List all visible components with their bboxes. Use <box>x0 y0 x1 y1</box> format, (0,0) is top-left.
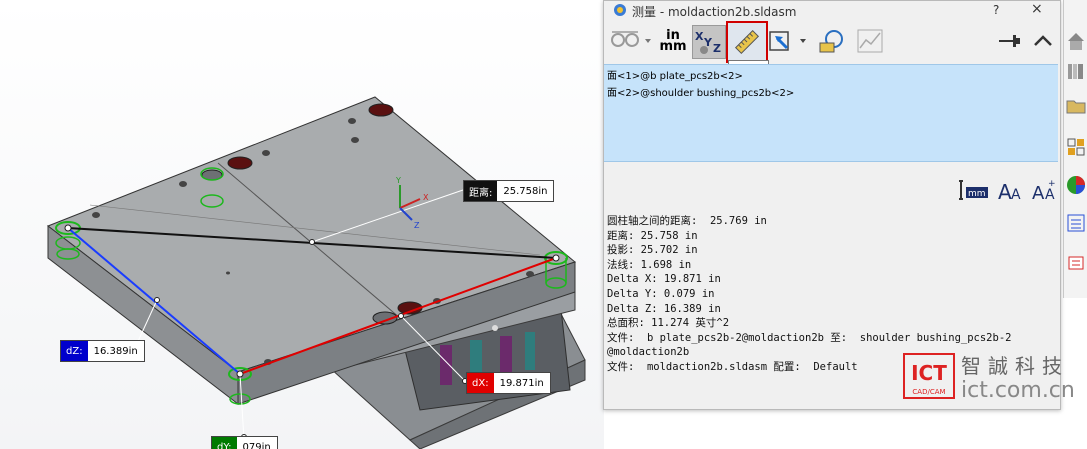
color-ball-icon <box>1067 176 1085 194</box>
dx-callout[interactable]: dX: 19.871in <box>466 372 551 394</box>
distance-callout-label: 距离: <box>464 181 498 201</box>
selection-item-2[interactable]: 面<2>@shoulder bushing_pcs2b<2> <box>604 82 1058 99</box>
chevron-up-icon <box>1034 35 1052 46</box>
projection-icon <box>769 31 806 51</box>
selection-item-1[interactable]: 面<1>@b plate_pcs2b<2> <box>604 65 1058 82</box>
ict-logo-sub: CAD/CAM <box>912 388 945 396</box>
task-pane <box>1063 0 1087 298</box>
house-icon <box>1068 33 1084 50</box>
measure-history-button[interactable] <box>814 23 850 59</box>
dz-callout-value: 16.389in <box>93 345 138 357</box>
result-line-5: Delta Y: 0.079 in <box>607 287 715 300</box>
units-annotation-button[interactable]: mm <box>958 177 990 203</box>
show-xyz-button[interactable]: X Y Z <box>692 25 726 59</box>
dz-callout-label: dZ: <box>61 341 88 361</box>
selection-list[interactable]: 面<1>@b plate_pcs2b<2> 面<2>@shoulder bush… <box>604 64 1058 162</box>
appearances-tab[interactable] <box>1065 174 1087 196</box>
dy-callout-value: 079in <box>242 441 271 449</box>
projection-options-button[interactable] <box>766 23 810 59</box>
distance-callout[interactable]: 距离: 25.758in <box>463 180 555 202</box>
books-icon <box>1068 64 1083 79</box>
point-to-point-button[interactable] <box>726 21 768 63</box>
units-mm-label: mm <box>659 39 687 54</box>
dy-callout-label: dY: <box>212 437 237 449</box>
custom-properties-tab[interactable] <box>1065 212 1087 234</box>
ruler-icon <box>734 29 760 55</box>
dy-callout[interactable]: dY: 079in <box>211 436 278 449</box>
ict-logo-text: ICT <box>911 361 947 385</box>
folder-icon <box>1066 100 1086 114</box>
result-line-4: Delta X: 19.871 in <box>607 273 721 286</box>
svg-text:Z: Z <box>713 42 721 55</box>
arc-circle-icon <box>611 31 651 47</box>
home-tab[interactable] <box>1065 30 1087 52</box>
sensor-button[interactable] <box>854 23 886 59</box>
measure-history-icon <box>819 30 843 53</box>
svg-text:mm: mm <box>968 189 986 199</box>
triad-z-label: Z <box>414 221 420 230</box>
properties-list-icon <box>1067 214 1085 232</box>
dx-callout-value: 19.871in <box>499 377 544 389</box>
triad-y-label: Y <box>395 176 401 185</box>
result-line-7: 总面积: 11.274 英寸^2 <box>607 317 730 330</box>
svg-text:A: A <box>998 180 1012 203</box>
triad-x-label: X <box>423 193 429 202</box>
forum-tab[interactable] <box>1065 252 1087 274</box>
result-line-2: 投影: 25.702 in <box>607 244 698 257</box>
view-palette-tab[interactable] <box>1065 136 1087 158</box>
dialog-title: 测量 - moldaction2b.sldasm <box>632 5 797 19</box>
svg-text:A: A <box>1011 187 1021 203</box>
distance-callout-value: 25.758in <box>503 185 548 197</box>
pin-button[interactable] <box>996 23 1022 59</box>
increase-font-button[interactable]: A A + <box>1030 177 1058 204</box>
watermark-url: ict.com.cn <box>961 378 1075 403</box>
grid-icon <box>1067 138 1085 156</box>
dx-callout-label: dX: <box>467 373 494 393</box>
arc-circle-options-button[interactable] <box>607 23 655 59</box>
sensor-chart-icon <box>857 29 883 53</box>
dz-callout[interactable]: dZ: 16.389in <box>60 340 145 362</box>
dialog-titlebar[interactable]: 测量 - moldaction2b.sldasm ? × <box>604 1 1060 19</box>
ict-logo: ICT CAD/CAM <box>903 353 955 399</box>
pin-icon <box>999 35 1020 47</box>
result-line-0: 圆柱轴之间的距离: 25.769 in <box>607 215 767 227</box>
model-viewport[interactable]: Y X Z 距离: 25.758in dZ: 16.389in dX: 19.8… <box>0 0 604 449</box>
measure-app-icon <box>612 2 628 21</box>
dimension-units-icon: mm <box>959 180 988 200</box>
help-button[interactable]: ? <box>993 3 999 17</box>
font-increase-icon: A A + <box>1032 179 1056 204</box>
svg-text:+: + <box>1048 179 1056 189</box>
svg-text:A: A <box>1032 183 1045 203</box>
file-explorer-tab[interactable] <box>1065 95 1087 117</box>
units-precision-button[interactable]: in mm <box>656 23 690 59</box>
decrease-font-button[interactable]: A A <box>996 177 1024 204</box>
result-line-6: Delta Z: 16.389 in <box>607 302 721 315</box>
xyz-icon: X Y Z <box>695 30 721 55</box>
result-line-9: 文件: b plate_pcs2b-2@moldaction2b 至: shou… <box>607 331 1012 344</box>
result-line-3: 法线: 1.698 in <box>607 258 692 271</box>
svg-text:X: X <box>695 30 704 43</box>
watermark-name: 智誠科技 <box>961 354 1069 378</box>
library-tab[interactable] <box>1065 60 1087 82</box>
svg-text:A: A <box>1045 187 1055 203</box>
collapse-button[interactable] <box>1030 23 1056 59</box>
result-line-1: 距离: 25.758 in <box>607 229 698 242</box>
close-button[interactable]: × <box>1031 1 1043 17</box>
watermark: ICT CAD/CAM 智誠科技 ict.com.cn <box>903 348 1087 408</box>
font-decrease-icon: A A <box>998 180 1021 204</box>
forum-icon <box>1068 256 1084 270</box>
